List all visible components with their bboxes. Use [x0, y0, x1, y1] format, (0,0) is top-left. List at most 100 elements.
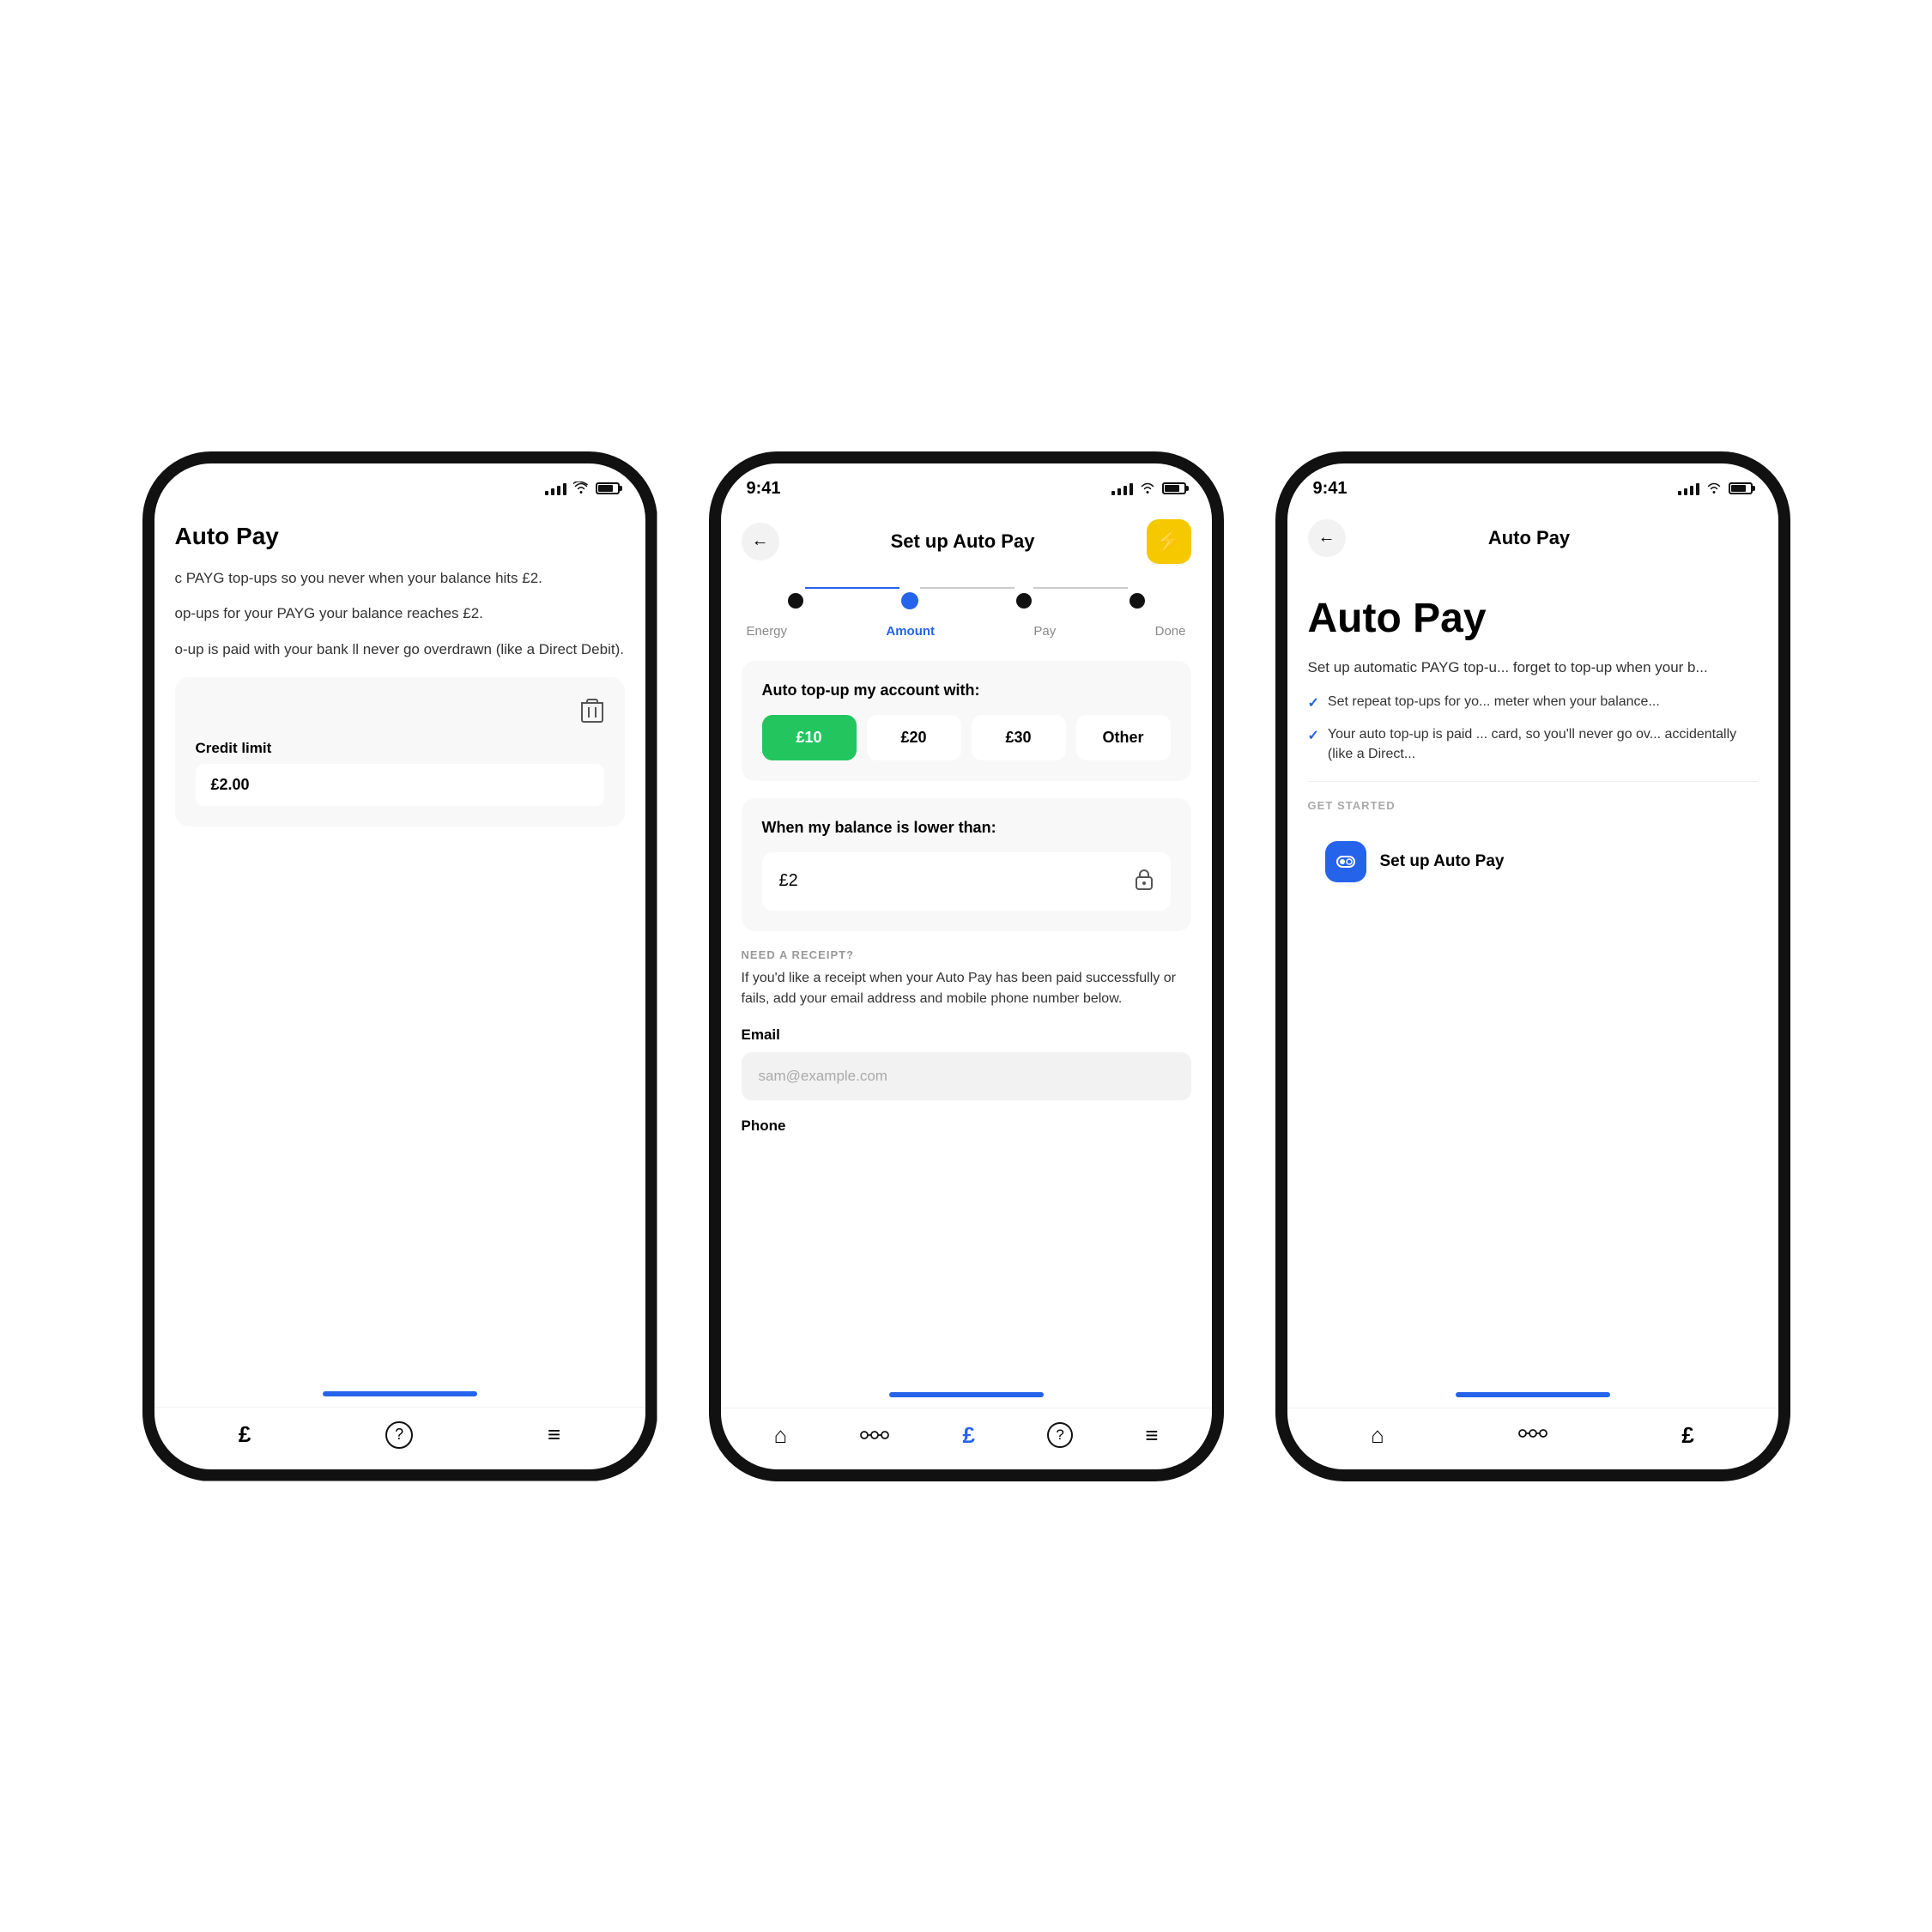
middle-bottom-indicator	[889, 1392, 1044, 1397]
left-desc3: o-up is paid with your bank ll never go …	[175, 639, 625, 661]
right-time: 9:41	[1313, 479, 1348, 499]
nav-menu-icon-left: ≡	[548, 1421, 560, 1448]
middle-header-title: Set up Auto Pay	[891, 530, 1035, 553]
nav-menu-middle[interactable]: ≡	[1145, 1422, 1158, 1449]
help-icon-middle: ?	[1047, 1422, 1073, 1448]
amount-btn-other[interactable]: Other	[1076, 715, 1171, 760]
get-started-label: GET STARTED	[1308, 799, 1758, 812]
credit-limit-value: £2.00	[196, 764, 604, 806]
line-1	[803, 591, 901, 610]
pay-icon-middle: £	[963, 1422, 975, 1449]
nav-energy-right[interactable]	[1517, 1423, 1548, 1447]
nav-help-middle[interactable]: ?	[1047, 1422, 1073, 1448]
phone-container: Auto Pay c PAYG top-ups so you never whe…	[142, 451, 1790, 1481]
middle-status-bar: 9:41	[721, 463, 1212, 506]
feature-text-2: Your auto top-up is paid ... card, so yo…	[1328, 725, 1758, 764]
middle-header: ← Set up Auto Pay ⚡	[721, 506, 1212, 578]
right-description: Set up automatic PAYG top-u... forget to…	[1308, 657, 1758, 679]
nav-energy-middle[interactable]	[859, 1427, 890, 1443]
middle-battery-icon	[1162, 482, 1186, 494]
feature-item-2: ✓ Your auto top-up is paid ... card, so …	[1308, 725, 1758, 764]
middle-scroll-content: Auto top-up my account with: £10 £20 £30…	[721, 647, 1212, 1389]
delete-icon[interactable]	[580, 698, 604, 730]
lock-icon	[1135, 868, 1154, 895]
stepper-labels: Energy Amount Pay Done	[721, 614, 1212, 647]
feature-text-1: Set repeat top-ups for yo... meter when …	[1328, 693, 1660, 712]
nav-pay-right[interactable]: £	[1681, 1422, 1693, 1449]
left-desc2: op-ups for your PAYG your balance reache…	[175, 603, 625, 625]
left-bottom-indicator	[323, 1391, 477, 1396]
right-back-arrow-icon: ←	[1318, 528, 1335, 548]
middle-action-button[interactable]: ⚡	[1147, 519, 1191, 564]
balance-card: When my balance is lower than: £2	[742, 798, 1191, 931]
step-label-pay: Pay	[1033, 624, 1056, 639]
setup-autopay-button[interactable]: Set up Auto Pay	[1308, 826, 1522, 898]
balance-field: £2	[762, 852, 1171, 911]
stepper: Energy Amount Pay Done	[721, 578, 1212, 647]
nav-help-icon-left: ?	[385, 1421, 413, 1449]
nav-pay-middle[interactable]: £	[963, 1422, 975, 1449]
step-label-amount: Amount	[886, 624, 935, 639]
left-bottom-bar: £ ? ≡	[154, 1388, 645, 1469]
right-back-button[interactable]: ←	[1308, 519, 1346, 557]
middle-wifi-icon	[1140, 479, 1155, 499]
left-phone: Auto Pay c PAYG top-ups so you never whe…	[142, 451, 657, 1481]
phone-label: Phone	[742, 1117, 1191, 1135]
step-amount	[901, 592, 918, 609]
nav-help-left[interactable]: ?	[385, 1421, 413, 1449]
setup-autopay-label: Set up Auto Pay	[1380, 852, 1505, 871]
step-energy	[788, 593, 803, 609]
step-line-2	[920, 587, 1014, 589]
step-label-energy: Energy	[747, 624, 788, 639]
middle-time: 9:41	[747, 479, 781, 499]
nav-home-middle[interactable]: ⌂	[774, 1422, 788, 1449]
step-line-1	[805, 587, 899, 589]
right-signal-icon	[1678, 481, 1699, 495]
balance-value: £2	[779, 871, 798, 891]
middle-bottom-nav: ⌂ £	[721, 1408, 1212, 1469]
right-main-content: Auto Pay Set up automatic PAYG top-u... …	[1287, 571, 1778, 1389]
menu-icon-middle: ≡	[1145, 1422, 1158, 1449]
energy-icon-right	[1517, 1423, 1548, 1447]
check-icon-2: ✓	[1308, 727, 1319, 746]
middle-signal-icon	[1111, 481, 1133, 495]
back-arrow-icon: ←	[752, 531, 769, 551]
right-page-title: Auto Pay	[1308, 597, 1758, 642]
receipt-label: NEED A RECEIPT?	[742, 948, 1191, 961]
email-label: Email	[742, 1027, 1191, 1044]
nav-pay-icon-left: £	[239, 1421, 251, 1448]
right-divider	[1308, 781, 1758, 782]
left-wifi-icon	[573, 479, 589, 499]
right-wifi-icon	[1706, 479, 1722, 499]
nav-pay-left[interactable]: £	[239, 1421, 251, 1448]
right-phone: 9:41 ←	[1275, 451, 1790, 1481]
right-header: ← Auto Pay	[1287, 506, 1778, 571]
pay-icon-right: £	[1681, 1422, 1693, 1449]
left-bottom-nav: £ ? ≡	[154, 1407, 645, 1469]
right-bottom: ⌂ £	[1287, 1389, 1778, 1469]
line-2	[918, 591, 1016, 610]
amount-card-title: Auto top-up my account with:	[762, 681, 1171, 700]
right-header-title: Auto Pay	[1488, 527, 1570, 549]
right-bottom-indicator	[1456, 1392, 1610, 1397]
amount-btn-20[interactable]: £20	[867, 715, 961, 760]
left-battery-icon	[596, 482, 620, 494]
autopay-btn-icon	[1325, 841, 1366, 882]
right-status-bar: 9:41	[1287, 463, 1778, 506]
middle-back-button[interactable]: ←	[742, 523, 779, 560]
right-battery-icon	[1729, 482, 1753, 494]
nav-home-right[interactable]: ⌂	[1371, 1422, 1384, 1449]
email-input[interactable]: sam@example.com	[742, 1052, 1191, 1100]
amount-card: Auto top-up my account with: £10 £20 £30…	[742, 661, 1191, 781]
amount-btn-10[interactable]: £10	[762, 715, 857, 760]
nav-menu-left[interactable]: ≡	[548, 1421, 560, 1448]
step-dot-amount	[901, 592, 918, 609]
check-icon-1: ✓	[1308, 694, 1319, 713]
receipt-desc: If you'd like a receipt when your Auto P…	[742, 968, 1191, 1009]
delete-icon-wrap	[196, 698, 604, 730]
feature-item-1: ✓ Set repeat top-ups for yo... meter whe…	[1308, 693, 1758, 713]
amount-btn-30[interactable]: £30	[972, 715, 1066, 760]
left-page-title: Auto Pay	[175, 523, 625, 550]
middle-status-icons	[1111, 479, 1186, 499]
home-icon-middle: ⌂	[774, 1422, 788, 1449]
